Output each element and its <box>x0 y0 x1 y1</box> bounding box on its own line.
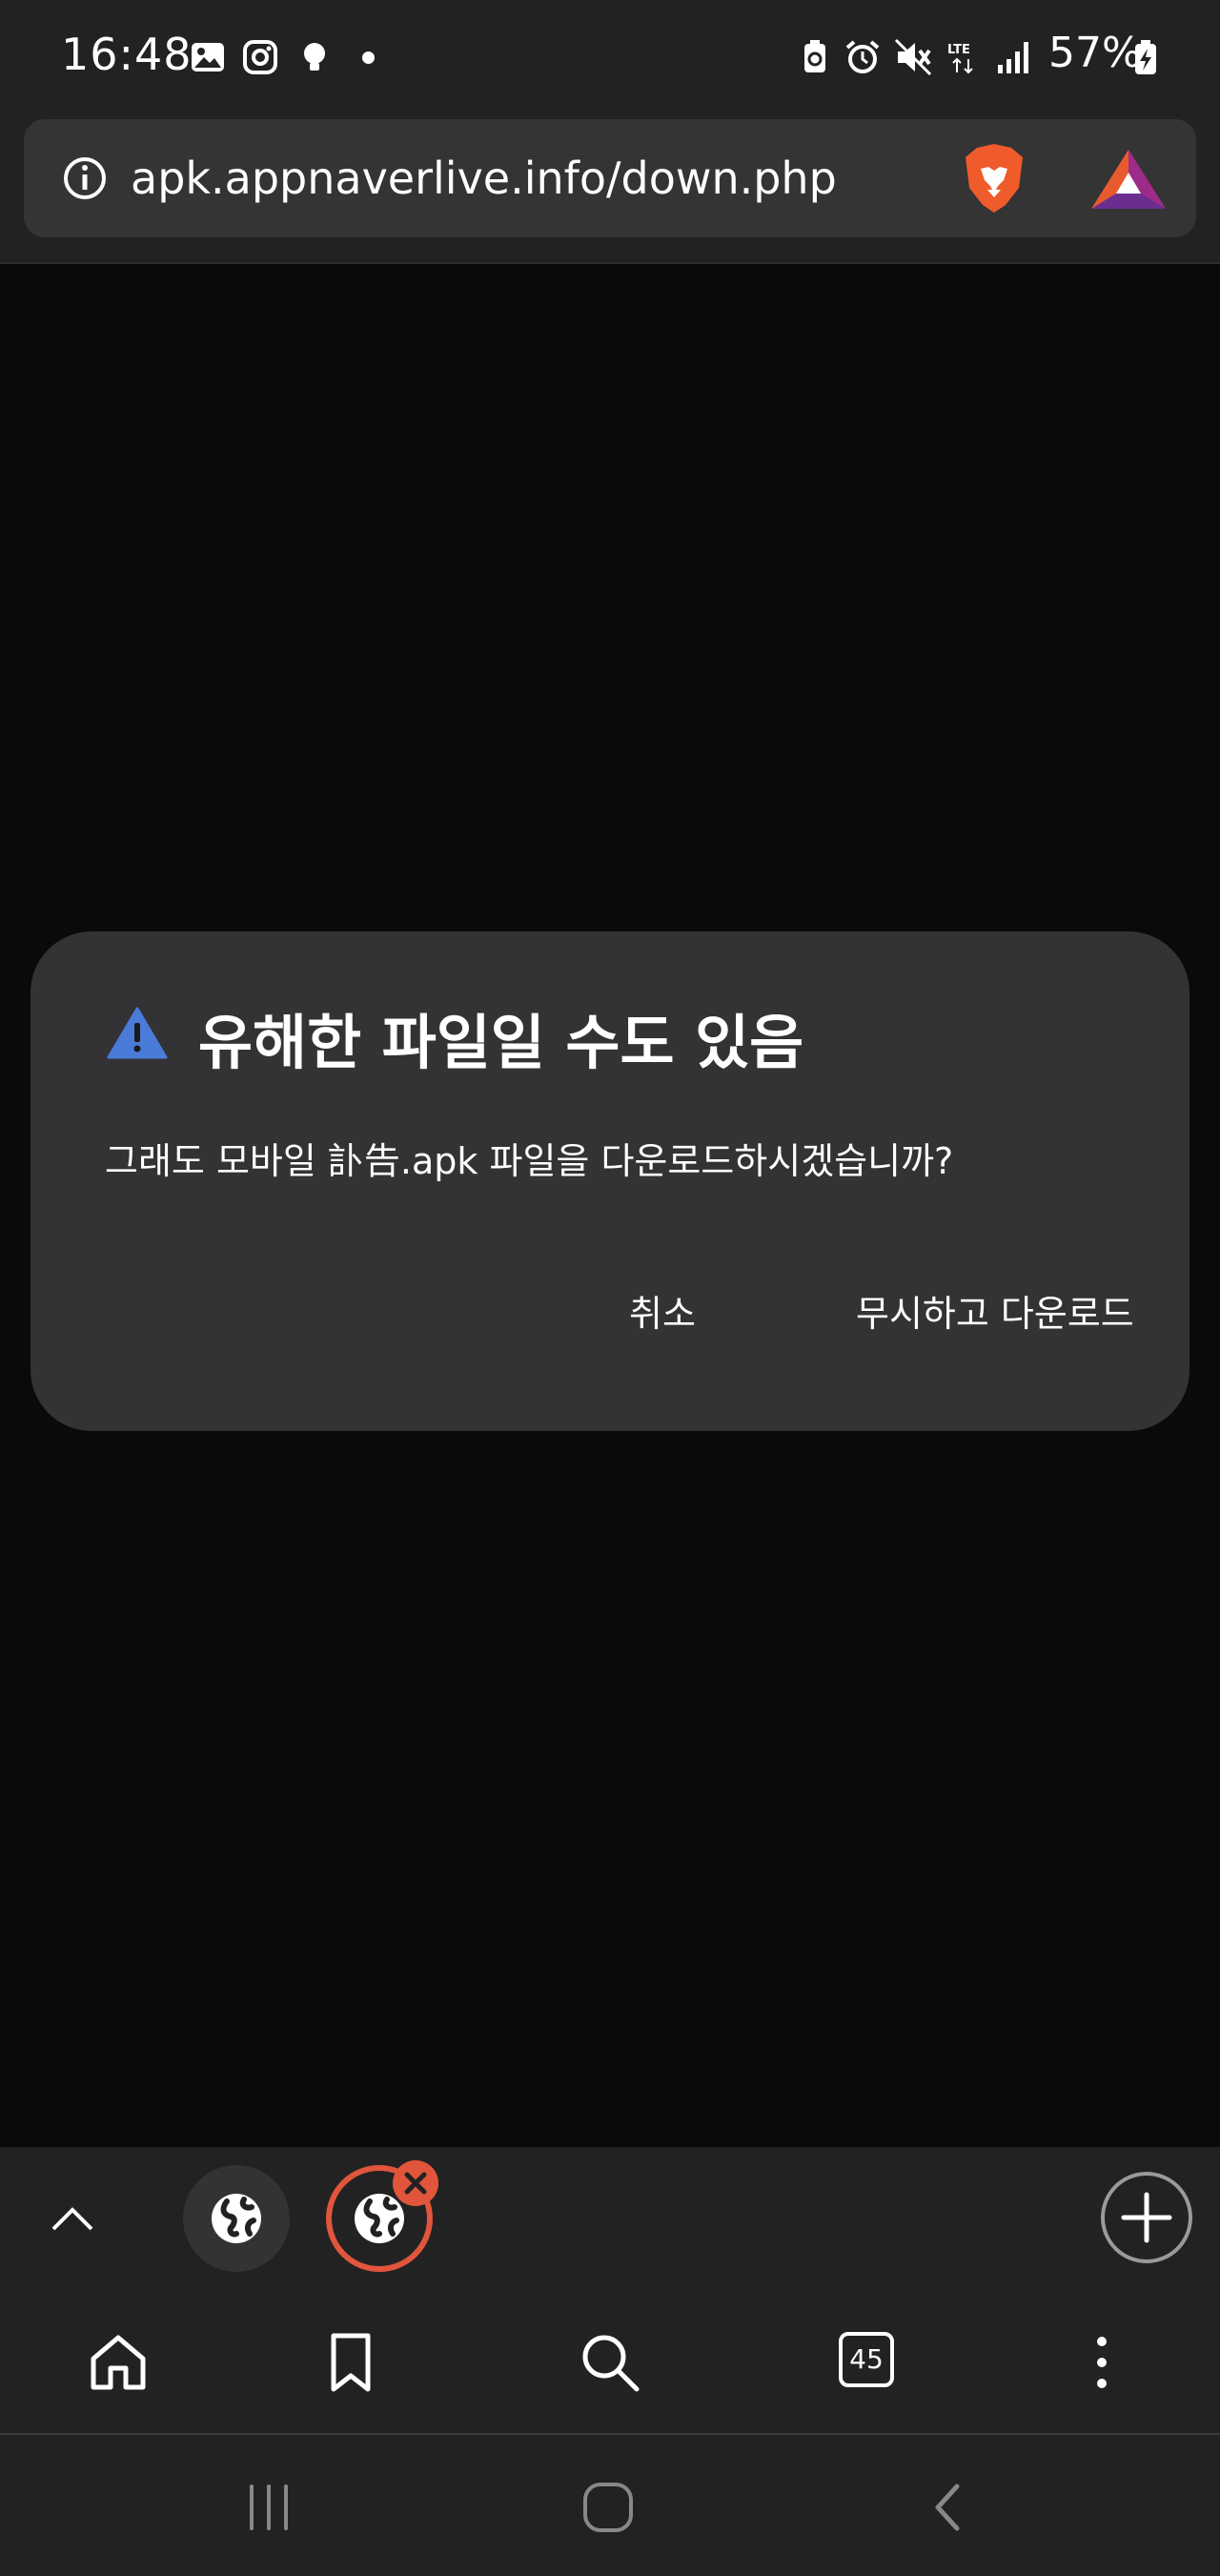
tab-count-button[interactable]: 45 <box>839 2332 894 2387</box>
back-icon[interactable] <box>921 2479 978 2536</box>
signal-icon <box>998 42 1028 73</box>
screen: 16:48 LTE 57% apk.appnaverlive.info/down… <box>0 0 1220 2576</box>
download-anyway-button[interactable]: 무시하고 다운로드 <box>837 1275 1153 1346</box>
recent-apps-icon[interactable] <box>240 2479 297 2536</box>
home-icon[interactable] <box>86 2330 151 2395</box>
lte-icon: LTE <box>947 43 973 74</box>
home-nav-icon[interactable] <box>580 2479 637 2536</box>
svg-text:LTE: LTE <box>947 43 970 57</box>
status-bar: 16:48 LTE 57% <box>0 0 1220 114</box>
bottom-toolbar: 45 <box>0 2292 1220 2435</box>
site-info-icon[interactable] <box>62 155 108 201</box>
harmful-file-dialog: 유해한 파일일 수도 있음 그래도 모바일 訃告.apk 파일을 다운로드하시겠… <box>30 931 1190 1431</box>
more-menu-icon[interactable] <box>1069 2330 1134 2395</box>
brave-shields-icon[interactable] <box>956 140 1032 216</box>
tab-strip <box>0 2147 1220 2292</box>
chevron-up-icon[interactable] <box>48 2195 97 2244</box>
mute-icon <box>894 38 932 76</box>
system-navigation-bar <box>0 2435 1220 2576</box>
search-icon[interactable] <box>578 2330 642 2395</box>
instagram-icon <box>243 40 277 74</box>
new-tab-button[interactable] <box>1101 2172 1192 2263</box>
tab-thumbnail-1[interactable] <box>183 2165 290 2272</box>
brave-rewards-icon[interactable] <box>1089 148 1168 211</box>
dialog-message: 그래도 모바일 訃告.apk 파일을 다운로드하시겠습니까? <box>105 1140 954 1182</box>
bulb-icon <box>304 43 325 71</box>
status-time: 16:48 <box>61 29 193 80</box>
bookmark-icon[interactable] <box>318 2330 383 2395</box>
address-bar[interactable]: apk.appnaverlive.info/down.php <box>24 119 1196 237</box>
gallery-icon <box>192 43 224 72</box>
warning-icon <box>107 1007 168 1059</box>
close-tab-icon[interactable] <box>393 2160 438 2206</box>
battery-saver-icon <box>804 40 825 72</box>
notification-dot <box>362 51 375 64</box>
globe-icon <box>355 2194 404 2243</box>
plus-icon <box>1121 2192 1172 2243</box>
battery-percent: 57% <box>1048 29 1142 77</box>
dialog-title: 유해한 파일일 수도 있음 <box>198 1008 804 1077</box>
url-text[interactable]: apk.appnaverlive.info/down.php <box>131 153 837 204</box>
alarm-icon <box>845 40 880 73</box>
battery-charging-icon <box>1135 40 1156 74</box>
cancel-button[interactable]: 취소 <box>610 1275 715 1346</box>
browser-address-area: apk.appnaverlive.info/down.php <box>0 114 1220 264</box>
globe-icon <box>212 2194 261 2243</box>
